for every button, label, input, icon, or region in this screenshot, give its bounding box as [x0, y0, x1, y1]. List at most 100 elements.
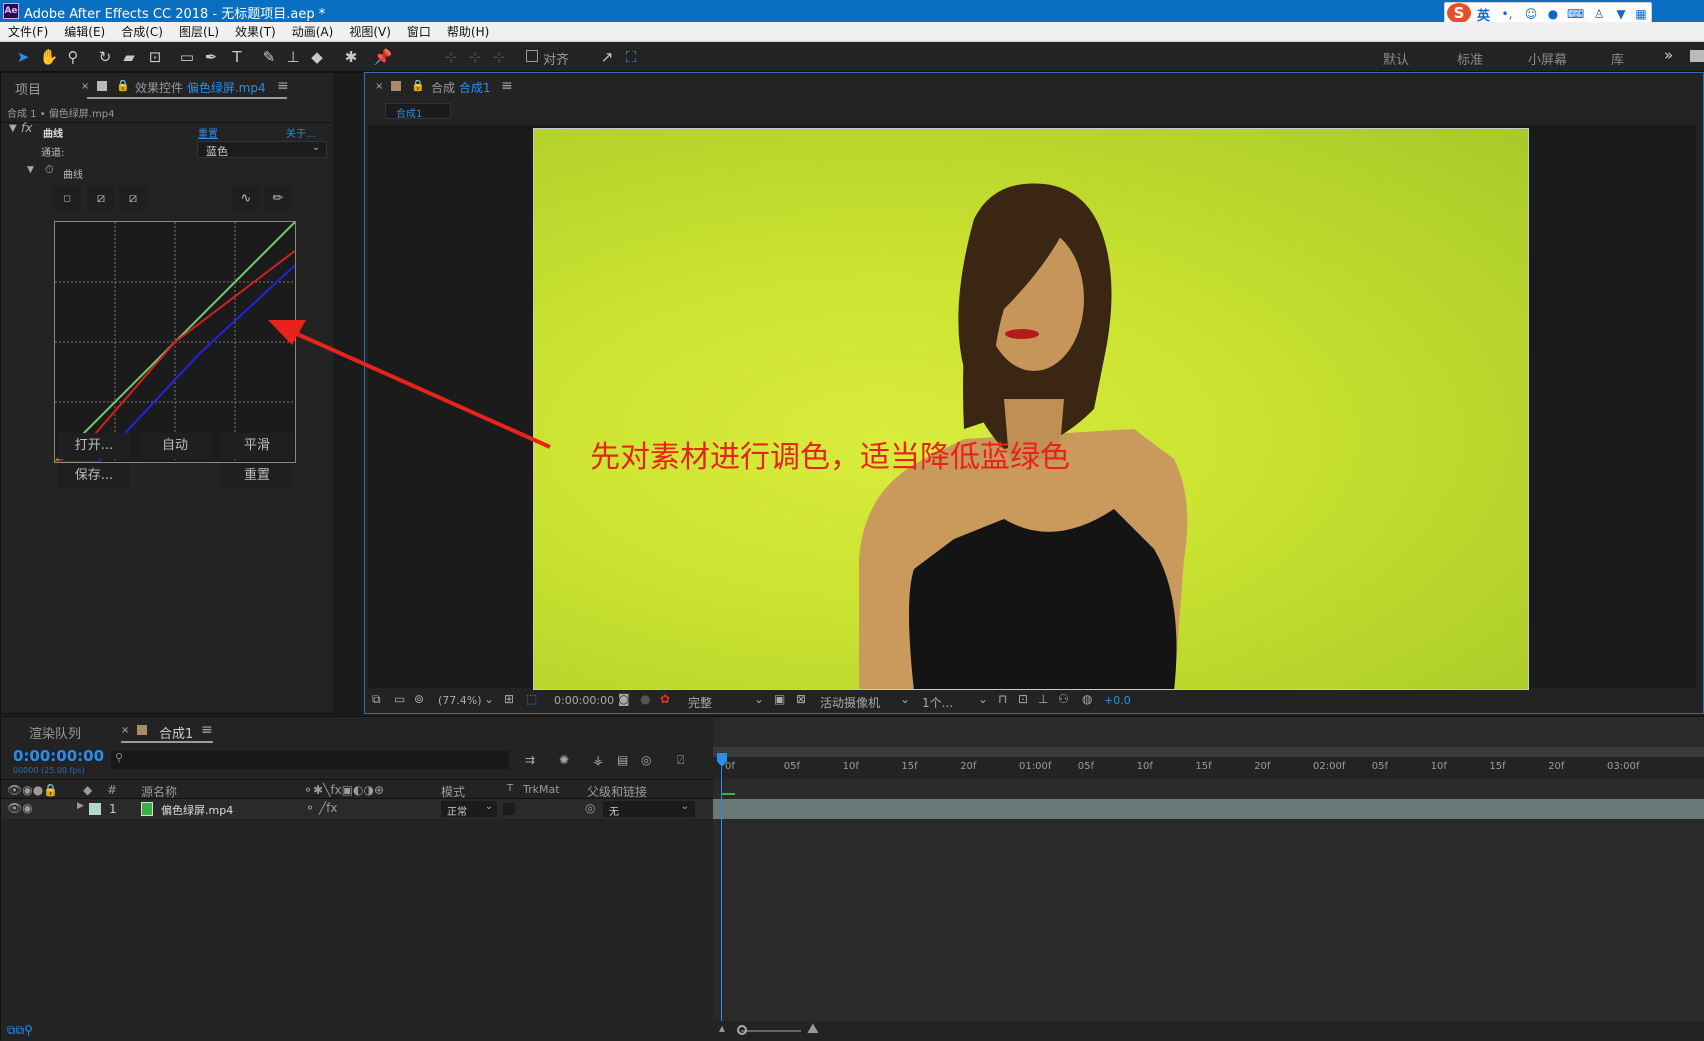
grid-guides-icon[interactable]: ⊞: [504, 692, 514, 706]
menu-help[interactable]: 帮助(H): [439, 22, 497, 42]
curve-size-small-button[interactable]: ◻: [53, 186, 81, 212]
shy-layers-icon[interactable]: ⚶: [593, 753, 603, 767]
stopwatch-icon[interactable]: ⏱: [45, 163, 54, 177]
tab-effect-controls[interactable]: 效果控件 偏色绿屏.mp4: [135, 79, 266, 96]
layer-switches-icon[interactable]: ⚬ ╱fx: [305, 801, 337, 815]
col-source-name[interactable]: 源名称: [141, 783, 177, 800]
pencil-tool-icon[interactable]: ✏: [264, 186, 292, 212]
resolution-dropdown[interactable]: 完整: [688, 694, 712, 711]
menu-file[interactable]: 文件(F): [0, 22, 56, 42]
workspace-small-screen[interactable]: 小屏幕: [1528, 49, 1567, 68]
menu-layer[interactable]: 图层(L): [171, 22, 227, 42]
panel-menu-icon[interactable]: ≡: [501, 78, 513, 94]
hand-tool-icon[interactable]: ✋: [38, 46, 60, 68]
keyboard-icon[interactable]: ⌨: [1567, 6, 1584, 22]
show-snapshot-icon[interactable]: ●: [640, 692, 650, 706]
curves-save-button[interactable]: 保存...: [58, 463, 130, 489]
clone-stamp-tool-icon[interactable]: ⊥: [282, 46, 304, 68]
pan-behind-tool-icon[interactable]: ⊡: [144, 46, 166, 68]
flowchart-icon[interactable]: ⚇: [1058, 692, 1069, 706]
curves-auto-button[interactable]: 自动: [139, 433, 211, 459]
tab-timeline-comp[interactable]: 合成1: [159, 723, 193, 742]
curve-size-large-button[interactable]: ⧄: [119, 186, 147, 212]
puppet-pin-tool-icon[interactable]: 📌: [372, 46, 394, 68]
chevron-down-icon[interactable]: ⌄: [484, 692, 494, 706]
channel-rgb-icon[interactable]: ✿: [660, 692, 670, 706]
motion-blur-icon[interactable]: ◎: [641, 753, 651, 767]
always-preview-icon[interactable]: ⧉: [372, 692, 381, 707]
transparency-grid-icon[interactable]: ⊠: [796, 692, 806, 706]
roto-brush-tool-icon[interactable]: ✱: [340, 46, 362, 68]
fast-preview-icon[interactable]: ▣: [774, 692, 785, 706]
frame-blending-icon[interactable]: ▤: [617, 753, 628, 767]
graph-editor-icon[interactable]: ⍁: [677, 753, 684, 768]
panel-menu-icon[interactable]: [1690, 50, 1704, 62]
tab-render-queue[interactable]: 渲染队列: [29, 723, 81, 742]
close-icon[interactable]: ×: [121, 725, 129, 736]
camera-snapshot-icon[interactable]: ◙: [618, 692, 630, 706]
curves-graph[interactable]: [54, 221, 296, 463]
panel-menu-icon[interactable]: ≡: [201, 722, 213, 738]
brush-tool-icon[interactable]: ✎: [258, 46, 280, 68]
selection-tool-icon[interactable]: ➤: [12, 46, 34, 68]
chevron-down-icon[interactable]: ⌄: [900, 692, 910, 706]
draft-3d-icon[interactable]: ✺: [559, 753, 569, 767]
tab-project[interactable]: 项目: [15, 79, 41, 98]
menu-animation[interactable]: 动画(A): [284, 22, 342, 42]
snap-option-icon[interactable]: ↗: [596, 46, 618, 68]
label-icon[interactable]: ◆: [83, 783, 92, 797]
visibility-icon[interactable]: 👁◉: [7, 801, 33, 815]
snap-target-icon[interactable]: ⛶: [620, 46, 642, 68]
rectangle-tool-icon[interactable]: ▭: [176, 46, 198, 68]
comp-mini-flowchart-icon[interactable]: ⇉: [525, 753, 535, 767]
monitor-icon[interactable]: ▭: [394, 692, 405, 706]
pen-tool-icon[interactable]: ✒: [200, 46, 222, 68]
axis-view-icon[interactable]: ⊹: [488, 46, 510, 68]
shirt-icon[interactable]: ▼: [1613, 6, 1629, 22]
workspace-standard[interactable]: 标准: [1457, 49, 1483, 68]
workspace-default[interactable]: 默认: [1383, 49, 1409, 68]
work-area-bar[interactable]: [713, 747, 1704, 757]
render-time-icon[interactable]: ⧉⧉⚲: [7, 1023, 33, 1038]
composition-frame[interactable]: [533, 128, 1529, 690]
menu-effect[interactable]: 效果(T): [227, 22, 284, 42]
layer-duration-bar[interactable]: [713, 799, 1704, 819]
layer-name[interactable]: 偏色绿屏.mp4: [161, 802, 233, 818]
chevron-down-icon[interactable]: ⌄: [978, 692, 988, 706]
curves-graph-svg[interactable]: [54, 221, 296, 463]
close-icon[interactable]: ×: [375, 81, 383, 92]
bezier-curve-tool-icon[interactable]: ∿: [232, 186, 260, 212]
curves-smooth-button[interactable]: 平滑: [221, 433, 293, 459]
axis-local-icon[interactable]: ⊹: [440, 46, 462, 68]
axis-world-icon[interactable]: ⊹: [464, 46, 486, 68]
fit-view-icon[interactable]: ⊡: [1018, 692, 1028, 706]
fx-toggle[interactable]: fx: [21, 121, 32, 135]
viewer-timecode[interactable]: 0:00:00:00: [554, 694, 614, 707]
timeline-link-icon[interactable]: ⊥: [1038, 692, 1048, 706]
menu-view[interactable]: 视图(V): [341, 22, 399, 42]
views-dropdown[interactable]: 1个...: [922, 694, 953, 711]
panel-menu-icon[interactable]: ≡: [277, 78, 289, 94]
workspace-overflow-icon[interactable]: »: [1664, 46, 1673, 64]
grid-icon[interactable]: ▦: [1633, 6, 1649, 22]
tab-composition[interactable]: 合成 合成1: [431, 79, 490, 96]
col-parent[interactable]: 父级和链接: [587, 783, 647, 800]
zoom-slider-track[interactable]: [741, 1030, 801, 1032]
workspace-library[interactable]: 库: [1611, 49, 1624, 68]
pickwhip-icon[interactable]: ◎: [585, 801, 595, 815]
zoom-out-icon[interactable]: ▴: [719, 1021, 725, 1035]
curves-twirl-icon[interactable]: ▼: [27, 165, 34, 175]
reset-exposure-icon[interactable]: ◍: [1082, 692, 1092, 706]
close-icon[interactable]: ×: [81, 81, 89, 92]
zoom-in-icon[interactable]: ⛰: [807, 1021, 819, 1037]
moon-dot-icon[interactable]: •,: [1499, 6, 1515, 22]
layer-twirl-icon[interactable]: ▶: [77, 801, 84, 811]
chevron-down-icon[interactable]: ⌄: [754, 692, 764, 706]
curve-size-medium-button[interactable]: ⧄: [87, 186, 115, 212]
toggle-pixel-aspect-icon[interactable]: ⊓: [998, 692, 1007, 706]
layer-label-color[interactable]: [89, 803, 101, 815]
zoom-level[interactable]: (77.4%): [438, 694, 482, 707]
rotate-tool-icon[interactable]: ↻: [94, 46, 116, 68]
mic-icon[interactable]: ●: [1545, 6, 1561, 22]
curves-reset-button[interactable]: 重置: [221, 463, 293, 489]
